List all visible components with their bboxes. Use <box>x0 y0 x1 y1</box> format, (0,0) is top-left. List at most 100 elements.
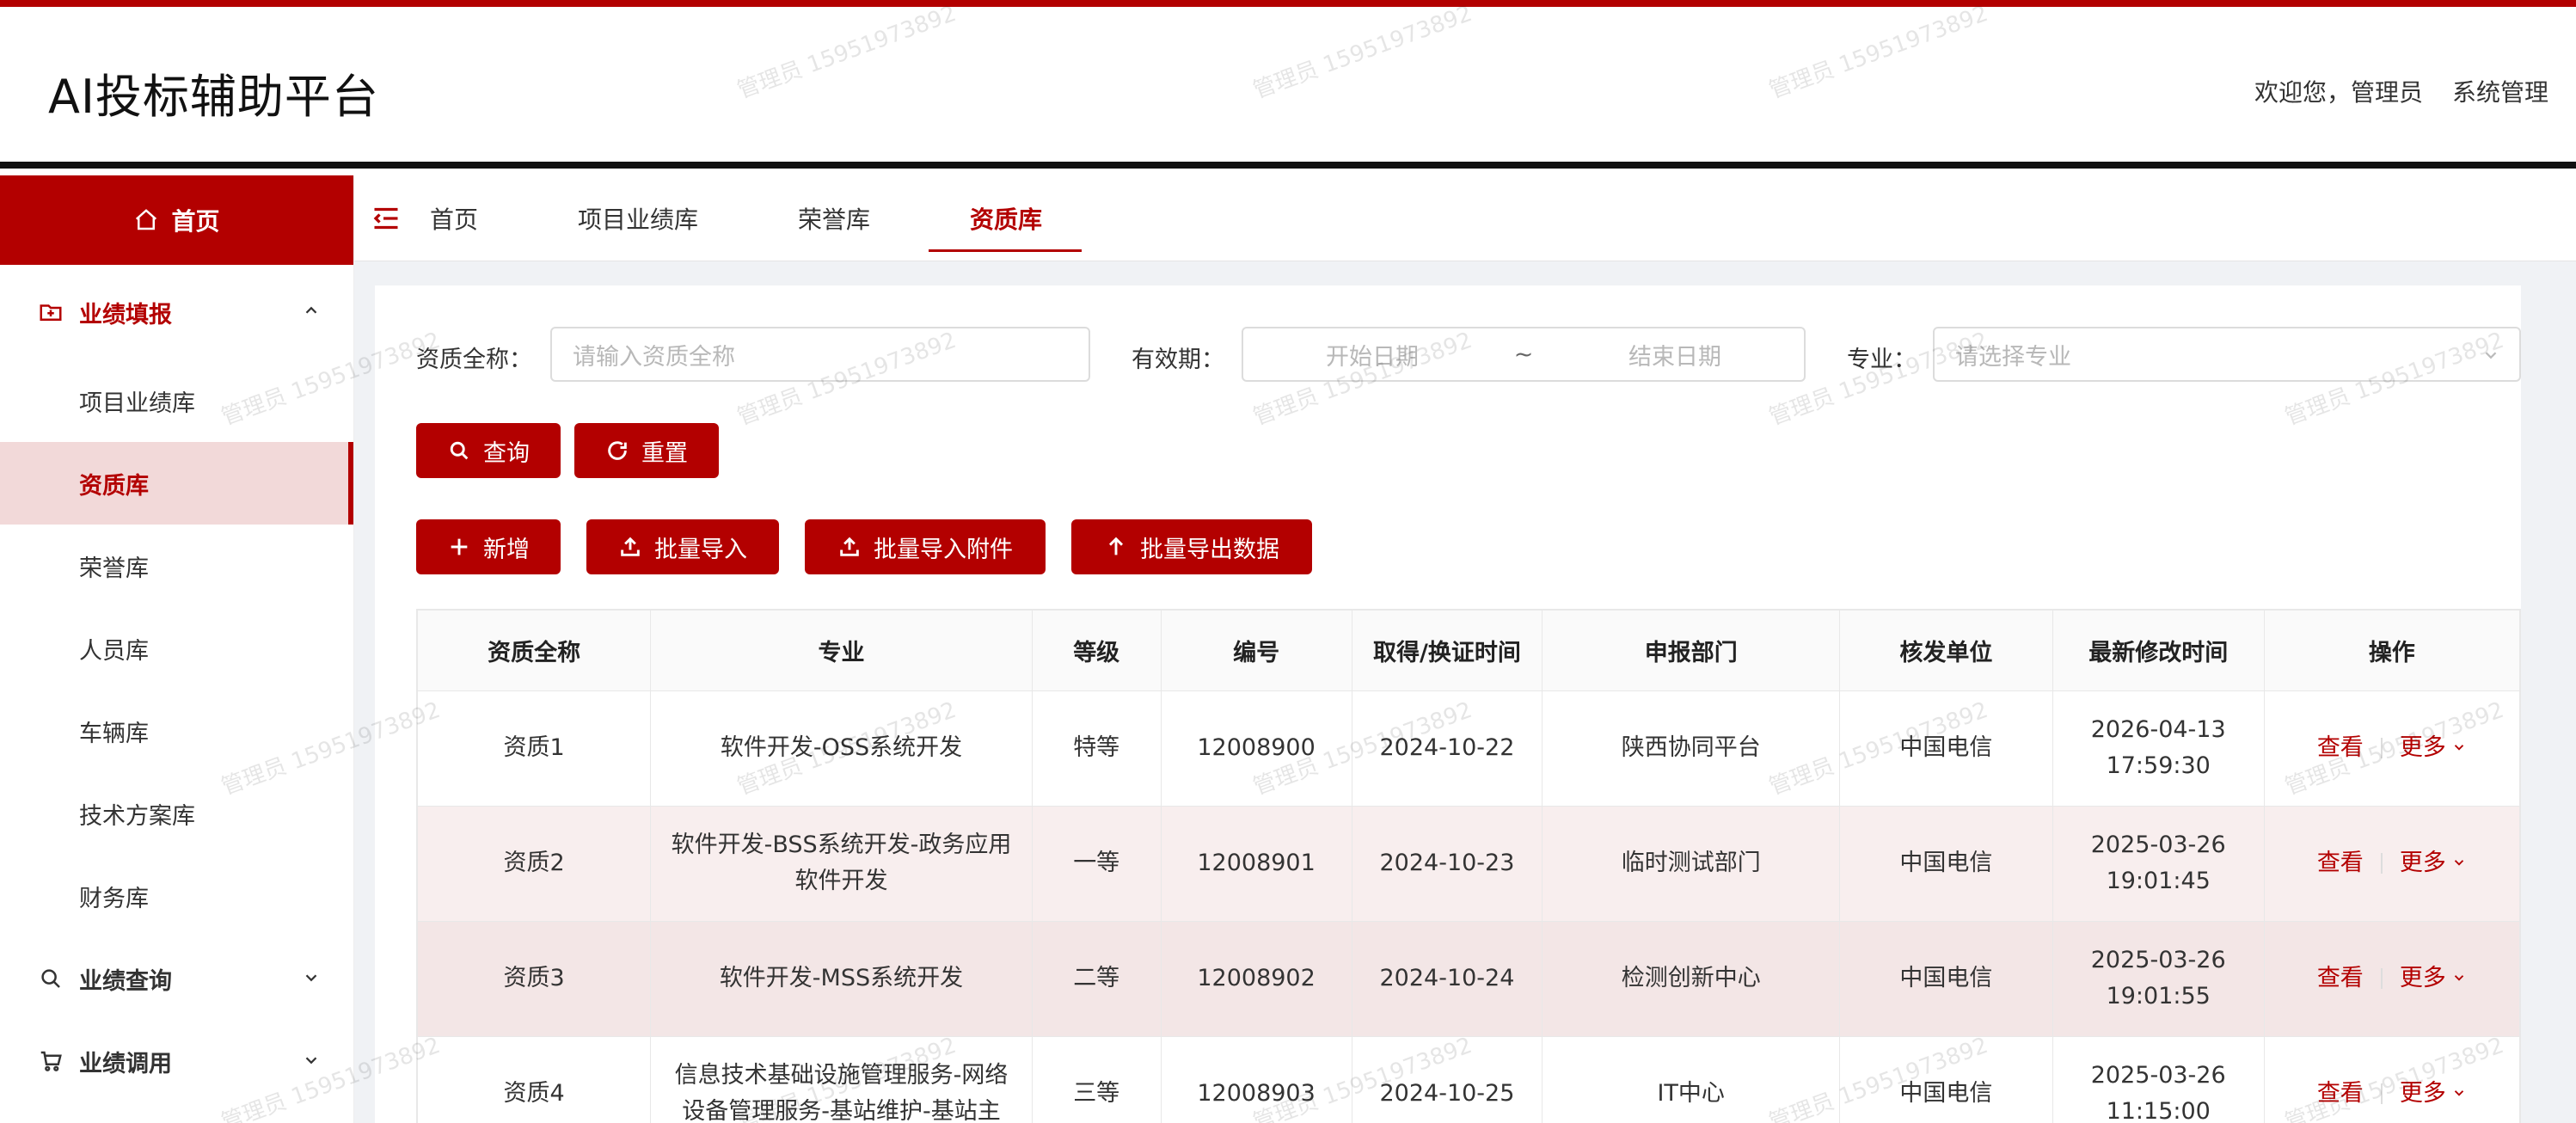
col-header-modified: 最新修改时间 <box>2052 609 2265 691</box>
chevron-down-icon <box>2454 975 2463 981</box>
cell-level: 二等 <box>1031 920 1162 1037</box>
batch-export-button-label: 批量导出数据 <box>1140 536 1279 563</box>
top-accent-bar <box>0 0 2576 7</box>
chevron-down-icon <box>2454 745 2463 751</box>
tab-project[interactable]: 项目业绩库 <box>578 201 698 236</box>
batch-export-button[interactable]: 批量导出数据 <box>1071 519 1312 574</box>
cell-modified-date: 2025-03-26 <box>2090 832 2226 858</box>
view-link[interactable]: 查看 <box>2317 730 2364 766</box>
action-divider <box>2380 968 2383 989</box>
row-actions: 查看 更多 <box>2317 1076 2467 1112</box>
collapse-menu-icon[interactable] <box>370 203 402 234</box>
add-button-label: 新增 <box>483 536 530 563</box>
sidebar-item-honor[interactable]: 荣誉库 <box>0 525 353 607</box>
reset-button[interactable]: 重置 <box>574 423 719 478</box>
cell-modified: 2025-03-26 11:15:00 <box>2052 1035 2265 1123</box>
sidebar: 首页 业绩填报 项目业绩库 资质库 荣誉库 人员库 车辆库 技术方案库 财务库 … <box>0 175 354 1123</box>
cell-major: 信息技术基础设施管理服务-网络设备管理服务-基站维护-基站主 <box>650 1035 1033 1123</box>
name-filter-input[interactable]: 请输入资质全称 <box>550 327 1090 382</box>
col-header-actions: 操作 <box>2263 609 2521 691</box>
query-button-label: 查询 <box>483 439 530 467</box>
plus-icon <box>451 538 468 555</box>
cell-actions: 查看 更多 <box>2263 1035 2521 1123</box>
sidebar-item-qualification[interactable]: 资质库 <box>0 442 353 525</box>
row-actions: 查看 更多 <box>2317 845 2467 881</box>
cell-modified: 2026-04-13 17:59:30 <box>2052 690 2265 807</box>
action-divider <box>2380 738 2383 758</box>
date-range-separator: ~ <box>1513 341 1534 368</box>
sidebar-home[interactable]: 首页 <box>0 175 353 265</box>
col-header-code: 编号 <box>1160 609 1352 691</box>
name-filter-placeholder: 请输入资质全称 <box>573 343 735 371</box>
cell-code: 12008901 <box>1160 805 1352 922</box>
col-header-issuer: 核发单位 <box>1839 609 2053 691</box>
more-dropdown[interactable]: 更多 <box>2400 1076 2467 1112</box>
sidebar-group-performance-fill[interactable]: 业绩填报 <box>0 265 353 359</box>
search-icon <box>38 966 64 991</box>
view-link[interactable]: 查看 <box>2317 845 2364 881</box>
chevron-down-icon <box>2454 860 2463 866</box>
validity-date-range[interactable]: 开始日期 ~ 结束日期 <box>1242 327 1806 382</box>
name-filter-label: 资质全称： <box>416 347 532 373</box>
cell-major: 软件开发-OSS系统开发 <box>650 690 1033 807</box>
sidebar-item-vehicle[interactable]: 车辆库 <box>0 690 353 772</box>
cell-name: 资质2 <box>416 805 652 922</box>
sidebar-group-performance-use[interactable]: 业绩调用 <box>0 1020 353 1102</box>
batch-import-attachment-button[interactable]: 批量导入附件 <box>805 519 1046 574</box>
more-dropdown[interactable]: 更多 <box>2400 960 2467 997</box>
sidebar-item-finance[interactable]: 财务库 <box>0 855 353 937</box>
cell-code: 12008903 <box>1160 1035 1352 1123</box>
sidebar-item-tech-plan[interactable]: 技术方案库 <box>0 772 353 855</box>
sidebar-group-label: 业绩填报 <box>79 301 172 328</box>
app-title: AI投标辅助平台 <box>48 70 379 124</box>
sidebar-item-personnel[interactable]: 人员库 <box>0 607 353 690</box>
system-manage-link[interactable]: 系统管理 <box>2452 74 2548 108</box>
upload-icon <box>840 537 859 556</box>
sidebar-group-performance-query[interactable]: 业绩查询 <box>0 937 353 1020</box>
cell-date: 2024-10-22 <box>1351 690 1543 807</box>
header-right: 欢迎您，管理员 系统管理 <box>2254 74 2548 108</box>
cell-actions: 查看 更多 <box>2263 690 2521 807</box>
view-link[interactable]: 查看 <box>2317 960 2364 997</box>
col-header-level: 等级 <box>1031 609 1162 691</box>
chevron-down-icon <box>305 974 317 982</box>
app-header: AI投标辅助平台 欢迎您，管理员 系统管理 <box>0 7 2576 169</box>
active-tab-underline <box>929 249 1082 252</box>
chevron-down-icon <box>2485 352 2497 359</box>
cell-dept: 临时测试部门 <box>1542 805 1841 922</box>
table-row: 资质4 信息技术基础设施管理服务-网络设备管理服务-基站维护-基站主 三等 12… <box>416 1035 2521 1123</box>
end-date-placeholder: 结束日期 <box>1628 343 1721 371</box>
reset-button-label: 重置 <box>641 439 688 467</box>
cell-modified-time: 19:01:45 <box>2106 868 2211 894</box>
row-actions: 查看 更多 <box>2317 730 2467 766</box>
sidebar-item-project[interactable]: 项目业绩库 <box>0 359 353 442</box>
more-dropdown[interactable]: 更多 <box>2400 730 2467 766</box>
cell-name: 资质1 <box>416 690 652 807</box>
query-button[interactable]: 查询 <box>416 423 561 478</box>
cell-issuer: 中国电信 <box>1839 805 2053 922</box>
col-header-major: 专业 <box>650 609 1033 691</box>
cell-modified-date: 2026-04-13 <box>2090 716 2226 743</box>
more-dropdown[interactable]: 更多 <box>2400 845 2467 881</box>
cell-major: 软件开发-MSS系统开发 <box>650 920 1033 1037</box>
arrow-up-icon <box>1108 537 1124 555</box>
cell-modified-date: 2025-03-26 <box>2090 1061 2226 1089</box>
view-link[interactable]: 查看 <box>2317 1076 2364 1112</box>
cell-issuer: 中国电信 <box>1839 1035 2053 1123</box>
tab-qualification[interactable]: 资质库 <box>970 201 1042 236</box>
table-row: 资质2 软件开发-BSS系统开发-政务应用软件开发 一等 12008901 20… <box>416 805 2521 922</box>
batch-import-button-label: 批量导入 <box>654 536 747 563</box>
chevron-down-icon <box>305 1057 317 1065</box>
table-row: 资质3 软件开发-MSS系统开发 二等 12008902 2024-10-24 … <box>416 920 2521 1037</box>
table-header-row: 资质全称 专业 等级 编号 取得/换证时间 申报部门 核发单位 最新修改时间 操… <box>416 609 2521 691</box>
batch-import-button[interactable]: 批量导入 <box>586 519 779 574</box>
tab-home[interactable]: 首页 <box>430 201 478 236</box>
major-filter-label: 专业： <box>1847 347 1917 373</box>
cell-modified-time: 17:59:30 <box>2106 752 2211 779</box>
cell-date: 2024-10-23 <box>1351 805 1543 922</box>
cell-issuer: 中国电信 <box>1839 920 2053 1037</box>
add-button[interactable]: 新增 <box>416 519 561 574</box>
major-select[interactable]: 请选择专业 <box>1933 327 2521 382</box>
tab-honor[interactable]: 荣誉库 <box>798 201 870 236</box>
chevron-down-icon <box>2454 1089 2463 1096</box>
